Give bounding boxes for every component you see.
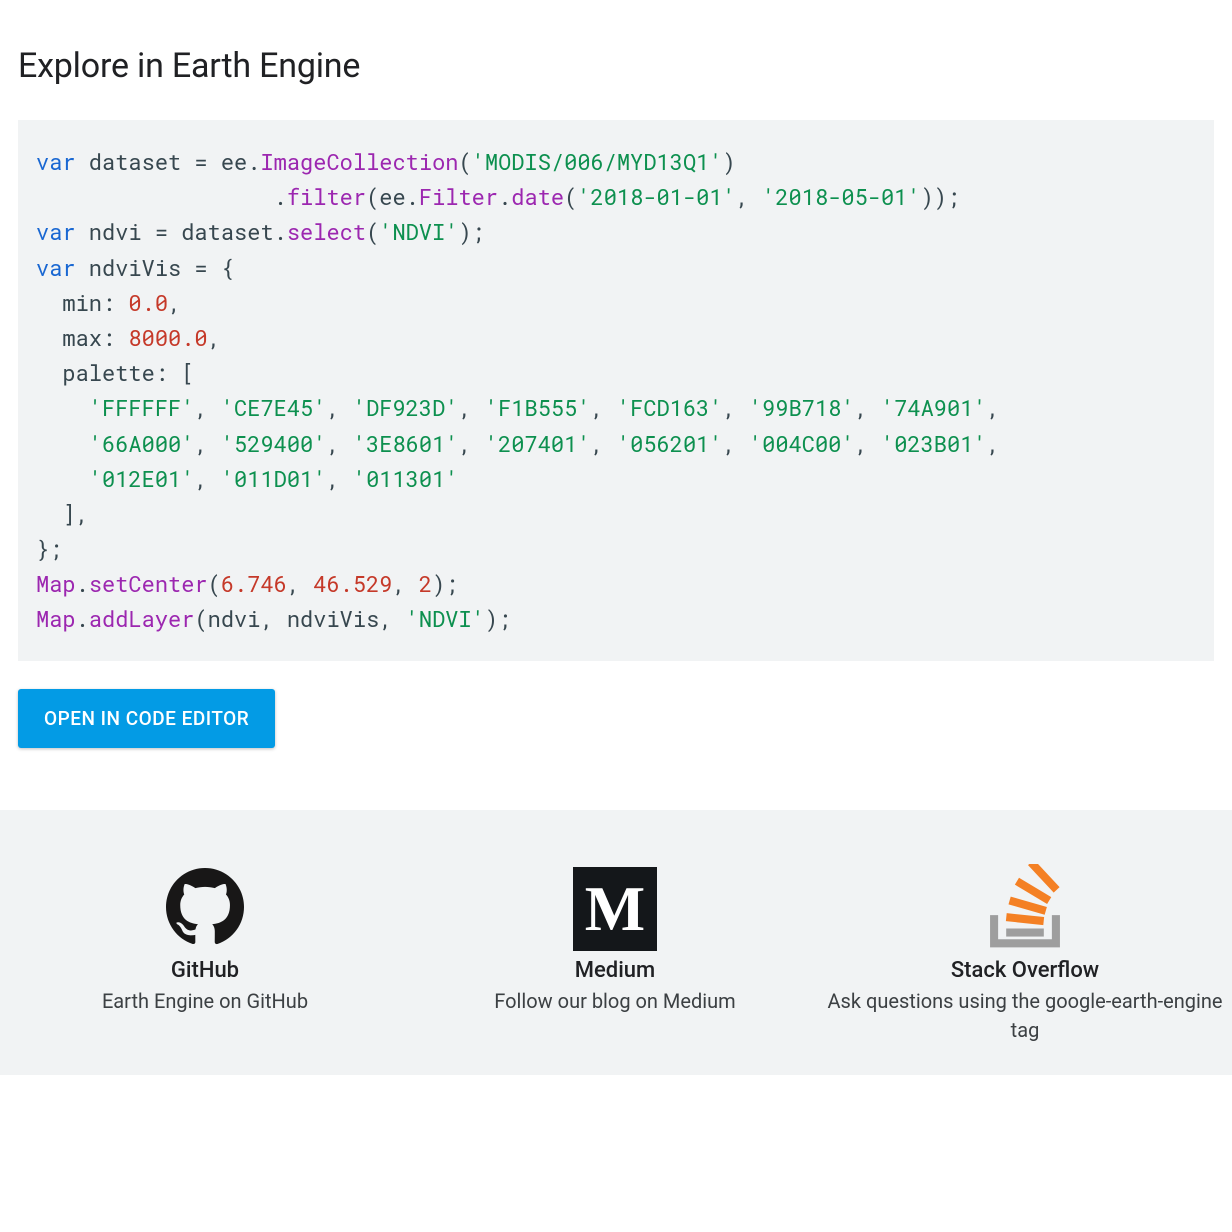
open-code-editor-button[interactable]: OPEN IN CODE EDITOR	[18, 689, 275, 748]
section-heading: Explore in Earth Engine	[18, 46, 1214, 86]
github-icon	[166, 868, 244, 950]
footer-medium-title: Medium	[410, 958, 820, 983]
footer-so-sub: Ask questions using the google-earth-eng…	[820, 987, 1230, 1045]
footer-links: GitHub Earth Engine on GitHub M Medium F…	[0, 810, 1232, 1075]
medium-icon: M	[573, 867, 657, 951]
code-snippet: var dataset = ee.ImageCollection('MODIS/…	[18, 120, 1214, 661]
stackoverflow-icon	[982, 864, 1068, 954]
footer-github-sub: Earth Engine on GitHub	[0, 987, 410, 1016]
footer-stackoverflow[interactable]: Stack Overflow Ask questions using the g…	[820, 870, 1230, 1045]
footer-medium[interactable]: M Medium Follow our blog on Medium	[410, 870, 820, 1045]
footer-github[interactable]: GitHub Earth Engine on GitHub	[0, 870, 410, 1045]
footer-github-title: GitHub	[0, 958, 410, 983]
footer-medium-sub: Follow our blog on Medium	[410, 987, 820, 1016]
footer-so-title: Stack Overflow	[820, 958, 1230, 983]
